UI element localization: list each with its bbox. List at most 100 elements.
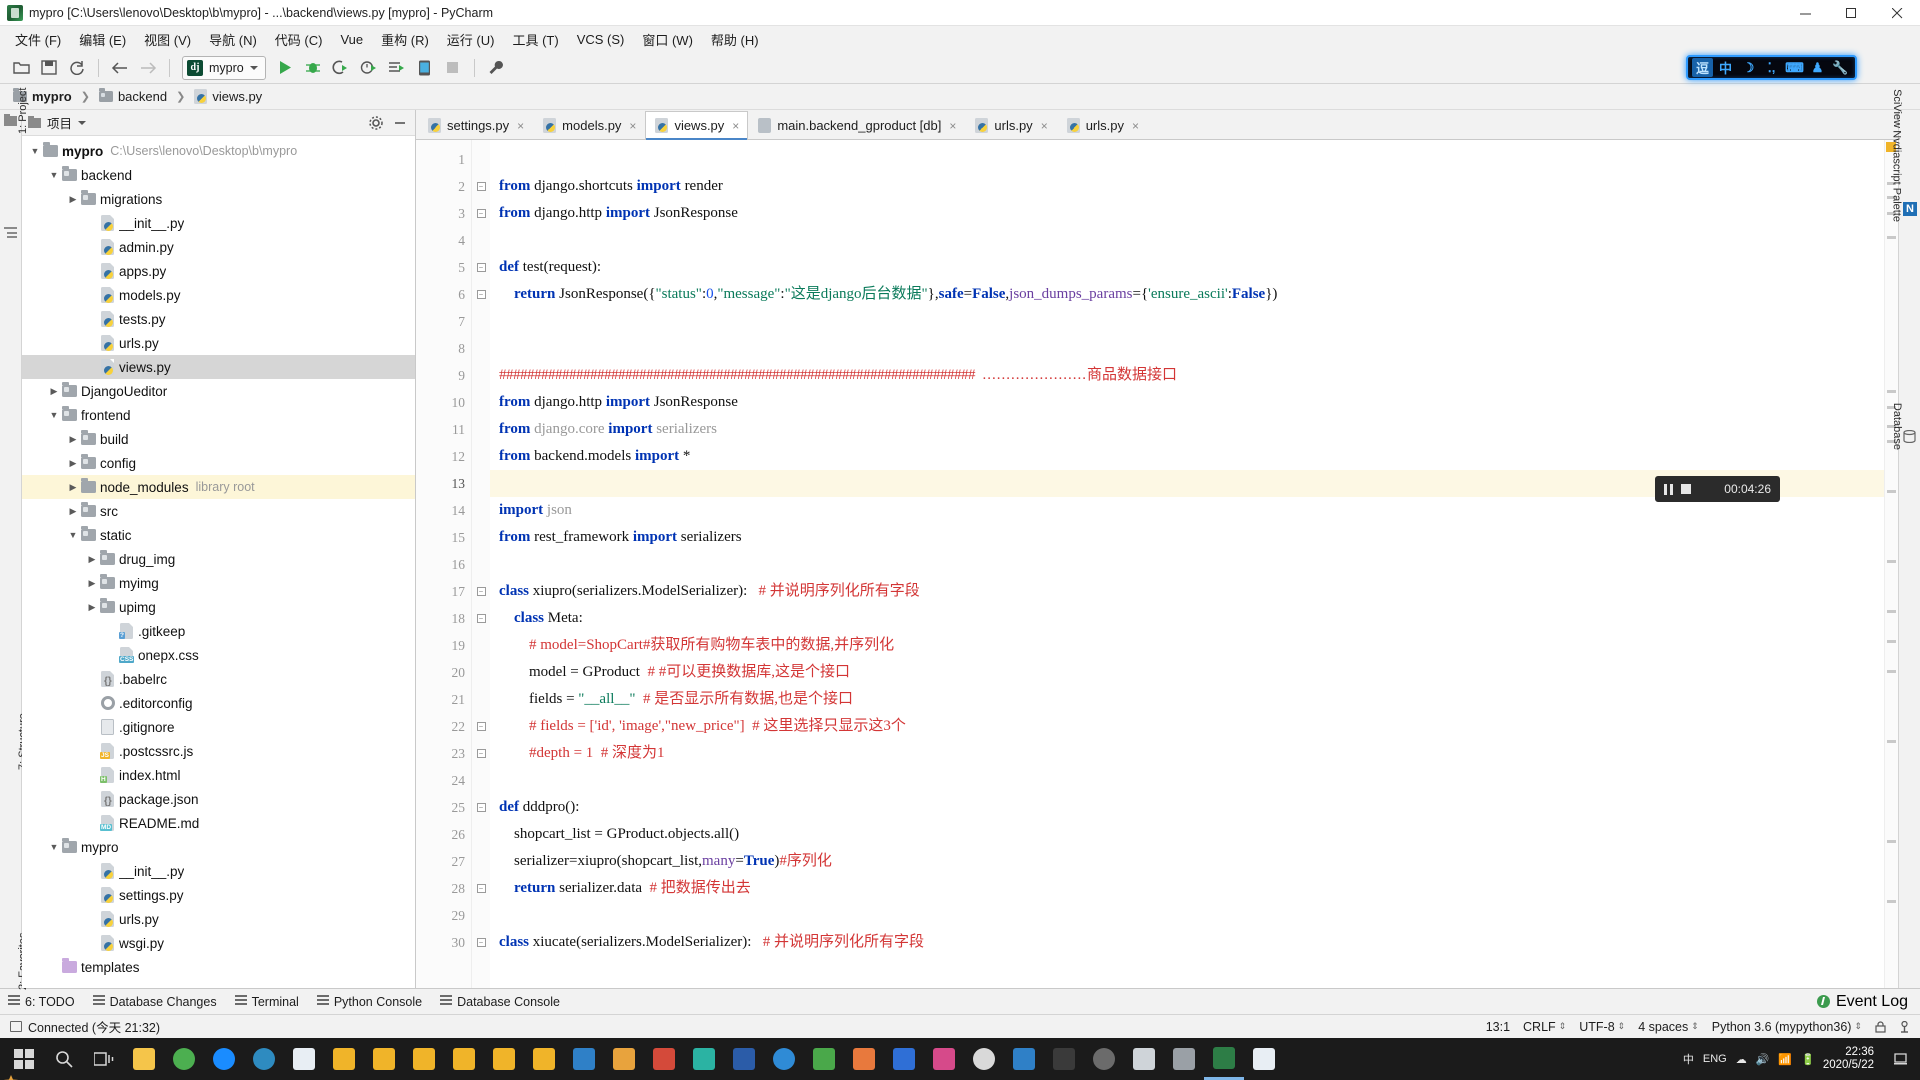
folder-2-icon[interactable] — [364, 1038, 404, 1080]
run-with-coverage-icon[interactable] — [328, 55, 354, 81]
fold-marker-icon[interactable]: − — [472, 605, 490, 632]
vscode-icon[interactable] — [564, 1038, 604, 1080]
tool-window-Database-Console[interactable]: Database Console — [440, 994, 560, 1009]
tool-window-Terminal[interactable]: Terminal — [234, 994, 299, 1009]
chevron-down-icon[interactable]: ▼ — [66, 530, 80, 540]
tree-item-package-json[interactable]: {} package.json — [22, 787, 415, 811]
close-tab-icon[interactable]: × — [517, 119, 524, 133]
menu-item-7[interactable]: 运行 (U) — [438, 27, 504, 52]
window-app-icon[interactable] — [1124, 1038, 1164, 1080]
tree-item--gitignore[interactable]: .gitignore — [22, 715, 415, 739]
ime-cell-6[interactable]: 🔧 — [1830, 58, 1851, 77]
debug-icon[interactable] — [300, 55, 326, 81]
tray-item-0[interactable]: 中 — [1683, 1051, 1694, 1067]
tray-item-5[interactable]: 🔋 — [1801, 1053, 1815, 1066]
code-line-29[interactable] — [490, 902, 1884, 929]
tree-item-drug_img[interactable]: ▶ drug_img — [22, 547, 415, 571]
menu-item-3[interactable]: 导航 (N) — [200, 27, 266, 52]
close-tab-icon[interactable]: × — [629, 119, 636, 133]
code-line-3[interactable]: from django.http import JsonResponse — [490, 200, 1884, 227]
file-encoding[interactable]: UTF-8 ⇕ — [1579, 1020, 1625, 1034]
notification-icon[interactable] — [1880, 1038, 1920, 1080]
blue-browser-icon[interactable] — [764, 1038, 804, 1080]
red-app-icon[interactable] — [644, 1038, 684, 1080]
back-arrow-icon[interactable] — [107, 55, 133, 81]
code-line-11[interactable]: from django.core import serializers — [490, 416, 1884, 443]
code-line-1[interactable] — [490, 146, 1884, 173]
tree-item-upimg[interactable]: ▶ upimg — [22, 595, 415, 619]
close-tab-icon[interactable]: × — [732, 119, 739, 133]
tool-window-Python-Console[interactable]: Python Console — [316, 994, 422, 1009]
device-icon[interactable] — [412, 55, 438, 81]
tree-item-mypro[interactable]: ▼ mypro C:\Users\lenovo\Desktop\b\mypro — [22, 139, 415, 163]
inspection-icon[interactable] — [1899, 1020, 1910, 1033]
media-player-icon[interactable] — [884, 1038, 924, 1080]
close-tab-icon[interactable]: × — [1041, 119, 1048, 133]
ime-cell-2[interactable]: ☽ — [1738, 58, 1759, 77]
menu-item-6[interactable]: 重构 (R) — [372, 27, 438, 52]
tree-item-index-html[interactable]: Hindex.html — [22, 763, 415, 787]
open-folder-icon[interactable] — [8, 55, 34, 81]
chrome-2-icon[interactable] — [964, 1038, 1004, 1080]
tree-item-src[interactable]: ▶ src — [22, 499, 415, 523]
menu-item-4[interactable]: 代码 (C) — [266, 27, 332, 52]
vscode-2-icon[interactable] — [1004, 1038, 1044, 1080]
code-line-17[interactable]: class xiupro(serializers.ModelSerializer… — [490, 578, 1884, 605]
indent-setting[interactable]: 4 spaces ⇕ — [1638, 1020, 1699, 1034]
fold-marker-icon[interactable]: − — [472, 254, 490, 281]
lock-icon[interactable] — [1875, 1020, 1886, 1033]
circle-app-icon[interactable] — [1084, 1038, 1124, 1080]
project-rail-icon[interactable] — [4, 114, 18, 128]
menu-item-2[interactable]: 视图 (V) — [135, 27, 200, 52]
tree-item-__init__-py[interactable]: __init__.py — [22, 859, 415, 883]
menu-item-8[interactable]: 工具 (T) — [503, 27, 567, 52]
fold-marker-icon[interactable]: − — [472, 200, 490, 227]
event-log-group[interactable]: Event Log — [1816, 993, 1920, 1011]
menu-item-9[interactable]: VCS (S) — [568, 29, 634, 50]
breadcrumb-item-backend[interactable]: backend — [96, 88, 170, 105]
close-tab-icon[interactable]: × — [1132, 119, 1139, 133]
code-editor[interactable]: 1 2 3 4 5 6 7 8 9 10 11 12 13 14 15 16 17 18 19 20 21 22 23 24 2… — [416, 140, 1898, 988]
fold-marker-icon[interactable]: − — [472, 713, 490, 740]
chevron-down-icon[interactable]: ▼ — [28, 146, 42, 156]
code-line-12[interactable]: from backend.models import * — [490, 443, 1884, 470]
code-line-30[interactable]: class xiucate(serializers.ModelSerialize… — [490, 929, 1884, 956]
tree-item-templates[interactable]: templates — [22, 955, 415, 979]
tree-item-onepx-css[interactable]: CSS onepx.css — [22, 643, 415, 667]
system-tray[interactable]: 中 ENG ☁ 🔊 📶 🔋 — [1683, 1051, 1823, 1067]
code-line-4[interactable] — [490, 227, 1884, 254]
stop-icon[interactable] — [440, 55, 466, 81]
pink-app-icon[interactable] — [924, 1038, 964, 1080]
tray-item-2[interactable]: ☁ — [1736, 1053, 1747, 1066]
chevron-right-icon[interactable]: ▶ — [85, 578, 99, 589]
code-line-26[interactable]: shopcart_list = GProduct.objects.all() — [490, 821, 1884, 848]
chevron-right-icon[interactable]: ▶ — [66, 506, 80, 517]
tab-main-backend_gproduct--db-[interactable]: main.backend_gproduct [db] × — [748, 111, 965, 139]
tree-item-__init__-py[interactable]: __init__.py — [22, 211, 415, 235]
code-line-5[interactable]: def test(request): — [490, 254, 1884, 281]
project-file-tree[interactable]: ▼ mypro C:\Users\lenovo\Desktop\b\mypro ▼ ba… — [22, 136, 415, 988]
menu-item-10[interactable]: 窗口 (W) — [633, 27, 702, 52]
wrench-icon[interactable] — [483, 55, 509, 81]
file-explorer-icon[interactable] — [124, 1038, 164, 1080]
tree-item-config[interactable]: ▶ config — [22, 451, 415, 475]
tab-urls-py[interactable]: urls.py × — [965, 111, 1056, 139]
npm-icon[interactable]: N — [1903, 202, 1917, 216]
office-icon[interactable] — [604, 1038, 644, 1080]
green-note-icon[interactable] — [804, 1038, 844, 1080]
tree-item--editorconfig[interactable]: .editorconfig — [22, 691, 415, 715]
doc-app-icon[interactable] — [1244, 1038, 1284, 1080]
gear-icon[interactable] — [367, 114, 385, 132]
tree-item-frontend[interactable]: ▼ frontend — [22, 403, 415, 427]
code-line-9[interactable]: ########################################… — [490, 362, 1884, 389]
tab-views-py[interactable]: views.py × — [645, 111, 749, 140]
tree-item-backend[interactable]: ▼ backend — [22, 163, 415, 187]
favorites-star-icon[interactable] — [4, 1075, 18, 1080]
run-console-icon[interactable] — [384, 55, 410, 81]
error-stripe[interactable] — [1884, 140, 1898, 988]
menu-item-0[interactable]: 文件 (F) — [6, 27, 70, 52]
tree-item-urls-py[interactable]: urls.py — [22, 331, 415, 355]
fold-marker-icon[interactable]: − — [472, 578, 490, 605]
code-line-25[interactable]: def dddpro(): — [490, 794, 1884, 821]
navy-app-icon[interactable] — [724, 1038, 764, 1080]
